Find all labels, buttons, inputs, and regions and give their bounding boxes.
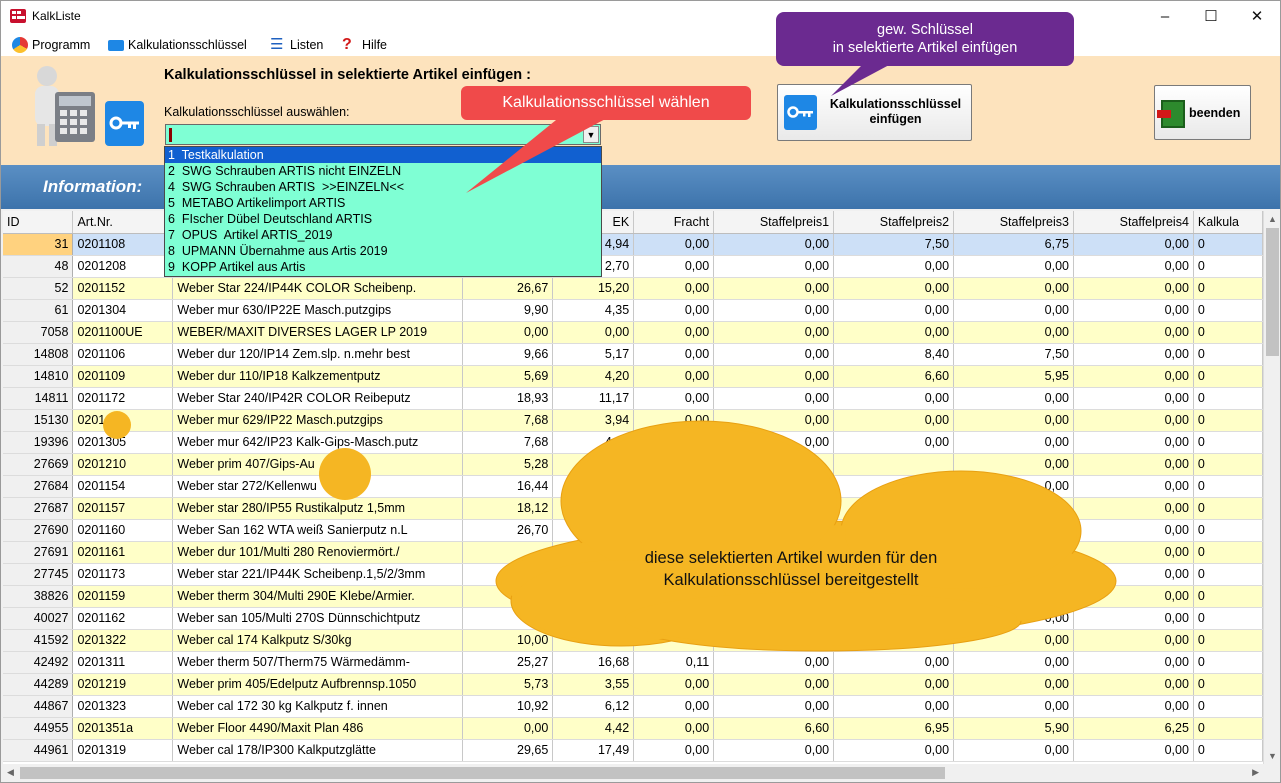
app-window: KalkListe – ☐ ✕ Programm Kalkulationssch…	[0, 0, 1281, 783]
cloud-bubble-small	[103, 411, 131, 439]
purple-callout: gew. Schlüssel in selektierte Artikel ei…	[776, 12, 1074, 66]
cloud-callout-text: diese selektierten Artikel wurden für de…	[644, 549, 938, 589]
red-callout: Kalkulationsschlüssel wählen	[461, 86, 751, 120]
cloud-bubble-medium	[319, 448, 371, 500]
red-callout-pointer	[466, 116, 611, 193]
